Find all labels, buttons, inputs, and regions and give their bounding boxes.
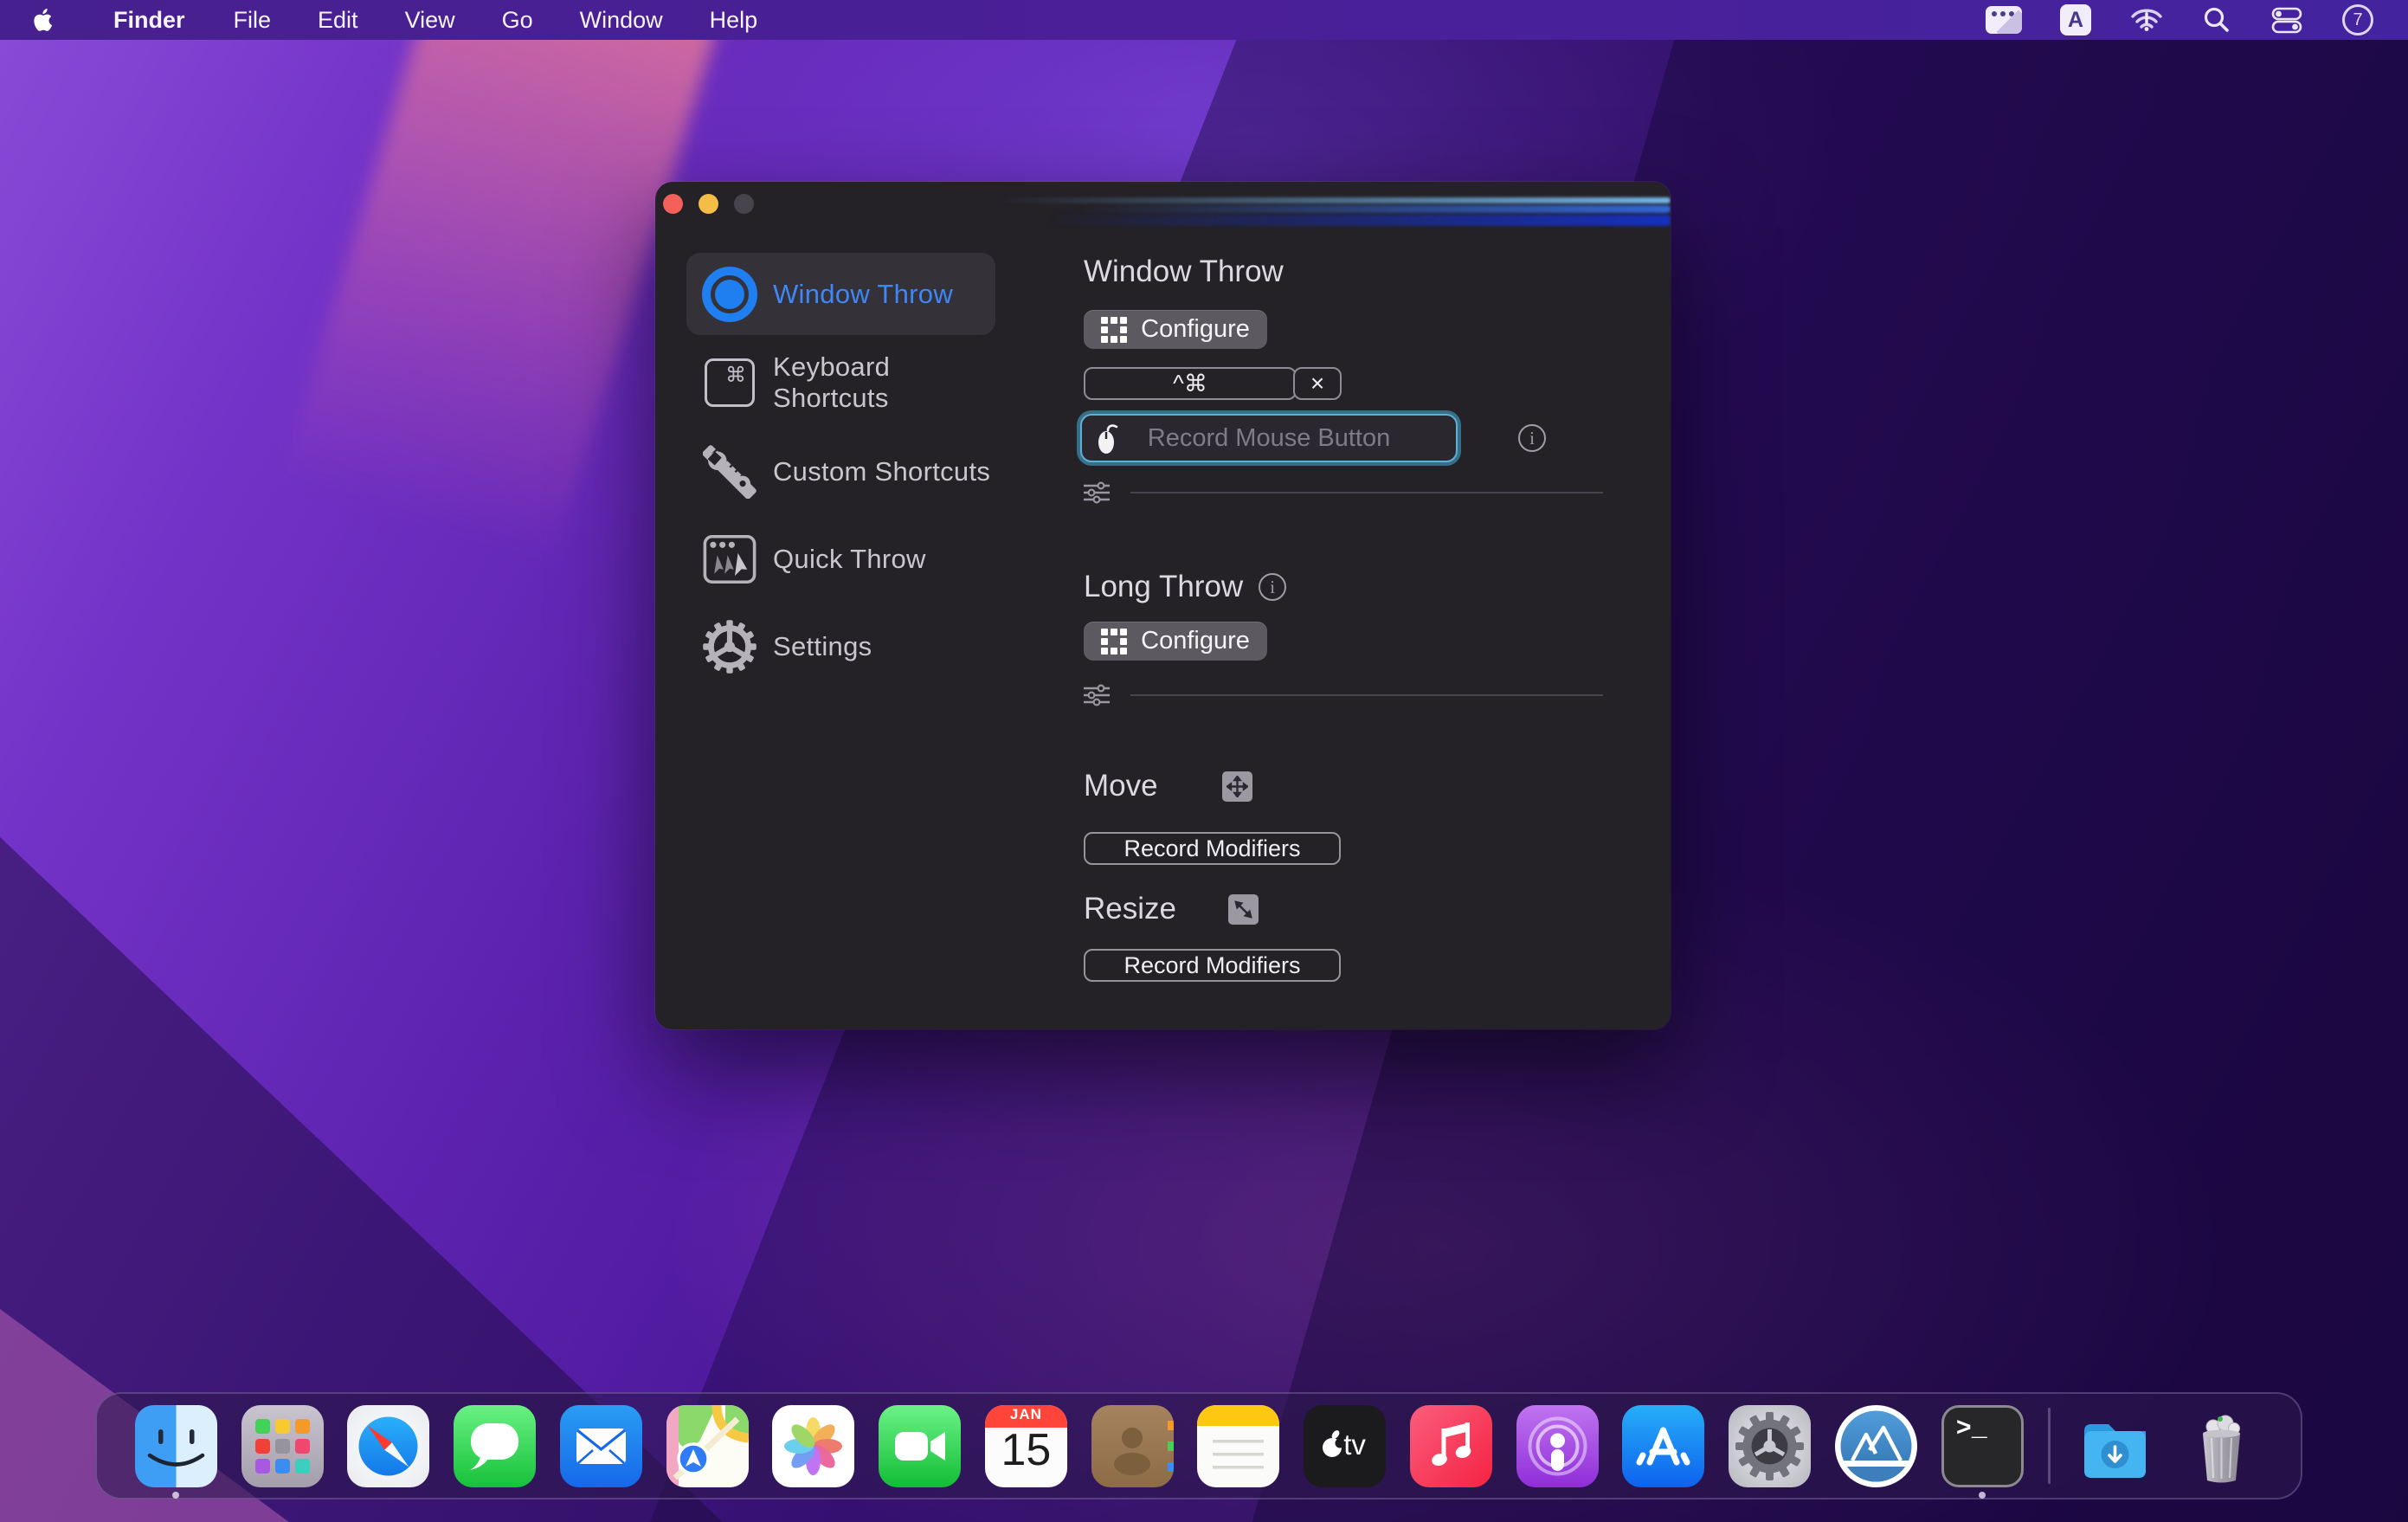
move-row: Move bbox=[1084, 769, 1252, 803]
sidebar-item-quick-throw[interactable]: Quick Throw bbox=[686, 518, 995, 600]
terminal-glyph: >_ bbox=[1956, 1415, 1987, 1444]
grid-icon bbox=[1101, 317, 1127, 343]
configure-button-long-throw[interactable]: Configure bbox=[1084, 622, 1267, 661]
dock-apple-tv-icon[interactable]: tv bbox=[1304, 1405, 1386, 1487]
dock-launchpad-icon[interactable] bbox=[241, 1405, 324, 1487]
apple-menu-icon[interactable] bbox=[33, 7, 55, 33]
sliders-icon-long-throw[interactable] bbox=[1084, 684, 1110, 711]
sidebar-item-label: Quick Throw bbox=[773, 544, 926, 575]
mouse-icon bbox=[1096, 423, 1122, 456]
dock-messages-icon[interactable] bbox=[454, 1405, 536, 1487]
dock-system-preferences-icon[interactable] bbox=[1729, 1405, 1811, 1487]
dock-app-store-icon[interactable] bbox=[1622, 1405, 1704, 1487]
dock-photos-icon[interactable] bbox=[772, 1405, 854, 1487]
dock-maps-icon[interactable] bbox=[666, 1405, 749, 1487]
resize-icon bbox=[1228, 894, 1259, 925]
sidebar-item-keyboard-shortcuts[interactable]: ⌘ Keyboard Shortcuts bbox=[686, 341, 995, 423]
wifi-alert-icon[interactable] bbox=[2129, 0, 2164, 40]
dock-music-icon[interactable] bbox=[1410, 1405, 1492, 1487]
dock-facetime-icon[interactable] bbox=[879, 1405, 961, 1487]
dock-mail-icon[interactable] bbox=[560, 1405, 642, 1487]
record-mouse-button[interactable]: Record Mouse Button bbox=[1080, 414, 1458, 462]
command-key-icon: ⌘ bbox=[705, 358, 755, 407]
sliders-icon-window-throw[interactable] bbox=[1084, 481, 1110, 508]
info-icon-long-throw[interactable]: i bbox=[1259, 573, 1286, 601]
sidebar-item-label: Window Throw bbox=[773, 279, 953, 310]
settings-panel: Window Throw Configure ^⌘ × R bbox=[1084, 182, 1671, 1029]
menubar-item-view[interactable]: View bbox=[382, 0, 479, 40]
menubar-item-file[interactable]: File bbox=[210, 0, 295, 40]
keyboard-icon[interactable] bbox=[1986, 0, 2022, 40]
dock-safari-icon[interactable] bbox=[347, 1405, 429, 1487]
move-label: Move bbox=[1084, 769, 1158, 803]
gear-icon bbox=[702, 619, 757, 674]
panel-title: Window Throw bbox=[1084, 255, 1284, 289]
grid-icon bbox=[1101, 629, 1127, 655]
menubar-item-go[interactable]: Go bbox=[479, 0, 557, 40]
sidebar-item-settings[interactable]: Settings bbox=[686, 605, 995, 687]
dock-notes-icon[interactable] bbox=[1197, 1405, 1279, 1487]
record-mouse-row: Record Mouse Button i bbox=[1080, 414, 1546, 462]
app-window: Window Throw ⌘ Keyboard Shortcuts bbox=[655, 182, 1671, 1029]
sidebar-item-label: Custom Shortcuts bbox=[773, 456, 990, 487]
sidebar-item-custom-shortcuts[interactable]: Custom Shortcuts bbox=[686, 430, 995, 513]
clear-hotkey-button[interactable]: × bbox=[1293, 367, 1342, 400]
hotkey-field[interactable]: ^⌘ bbox=[1084, 367, 1297, 400]
dock-podcasts-icon[interactable] bbox=[1516, 1405, 1599, 1487]
menu-bar: Finder File Edit View Go Window Help A bbox=[0, 0, 2408, 40]
dock-calendar-icon[interactable]: JAN 15 bbox=[985, 1405, 1067, 1487]
move-icon bbox=[1222, 771, 1252, 802]
dock-finder-icon[interactable] bbox=[135, 1405, 217, 1487]
menubar-item-edit[interactable]: Edit bbox=[294, 0, 382, 40]
control-center-icon[interactable] bbox=[2270, 0, 2304, 40]
sidebar-item-label: Settings bbox=[773, 631, 872, 662]
resize-row: Resize bbox=[1084, 892, 1259, 926]
close-button[interactable] bbox=[663, 194, 683, 214]
clock-icon[interactable]: 7 bbox=[2342, 4, 2373, 35]
calendar-month: JAN bbox=[985, 1406, 1067, 1423]
sidebar-item-window-throw[interactable]: Window Throw bbox=[686, 253, 995, 335]
configure-button-window-throw[interactable]: Configure bbox=[1084, 310, 1267, 349]
dock-divider bbox=[2048, 1408, 2051, 1484]
minimize-button[interactable] bbox=[699, 194, 718, 214]
menubar-app-name[interactable]: Finder bbox=[88, 0, 210, 40]
sidebar-item-label: Keyboard Shortcuts bbox=[773, 351, 995, 414]
long-throw-title: Long Throw i bbox=[1084, 570, 1286, 604]
resize-label: Resize bbox=[1084, 892, 1176, 926]
dock-mosaic-icon[interactable] bbox=[1835, 1405, 1917, 1487]
divider bbox=[1130, 694, 1603, 696]
divider bbox=[1130, 492, 1603, 493]
info-icon-mouse[interactable]: i bbox=[1518, 424, 1546, 452]
quick-throw-icon bbox=[703, 534, 757, 584]
hotkey-row: ^⌘ × bbox=[1084, 367, 1342, 400]
dock-terminal-icon[interactable]: >_ bbox=[1941, 1405, 2024, 1487]
dock-downloads-icon[interactable] bbox=[2074, 1405, 2156, 1487]
ruler-wrench-icon bbox=[703, 445, 757, 499]
zoom-button[interactable] bbox=[734, 194, 754, 214]
window-throw-icon bbox=[702, 267, 757, 322]
record-modifiers-button-resize[interactable]: Record Modifiers bbox=[1084, 949, 1341, 982]
record-mouse-placeholder: Record Mouse Button bbox=[1148, 424, 1390, 453]
menubar-item-window[interactable]: Window bbox=[557, 0, 686, 40]
menubar-item-help[interactable]: Help bbox=[686, 0, 782, 40]
calendar-day: 15 bbox=[985, 1424, 1067, 1476]
spotlight-icon[interactable] bbox=[2202, 0, 2231, 40]
dock-trash-icon[interactable] bbox=[2180, 1405, 2263, 1487]
dock-contacts-icon[interactable] bbox=[1091, 1405, 1174, 1487]
desktop: Finder File Edit View Go Window Help A bbox=[0, 0, 2408, 1522]
appletv-text: tv bbox=[1343, 1428, 1366, 1461]
record-modifiers-button-move[interactable]: Record Modifiers bbox=[1084, 832, 1341, 865]
dock: JAN 15 bbox=[95, 1392, 2302, 1499]
input-source-icon[interactable]: A bbox=[2060, 0, 2091, 40]
